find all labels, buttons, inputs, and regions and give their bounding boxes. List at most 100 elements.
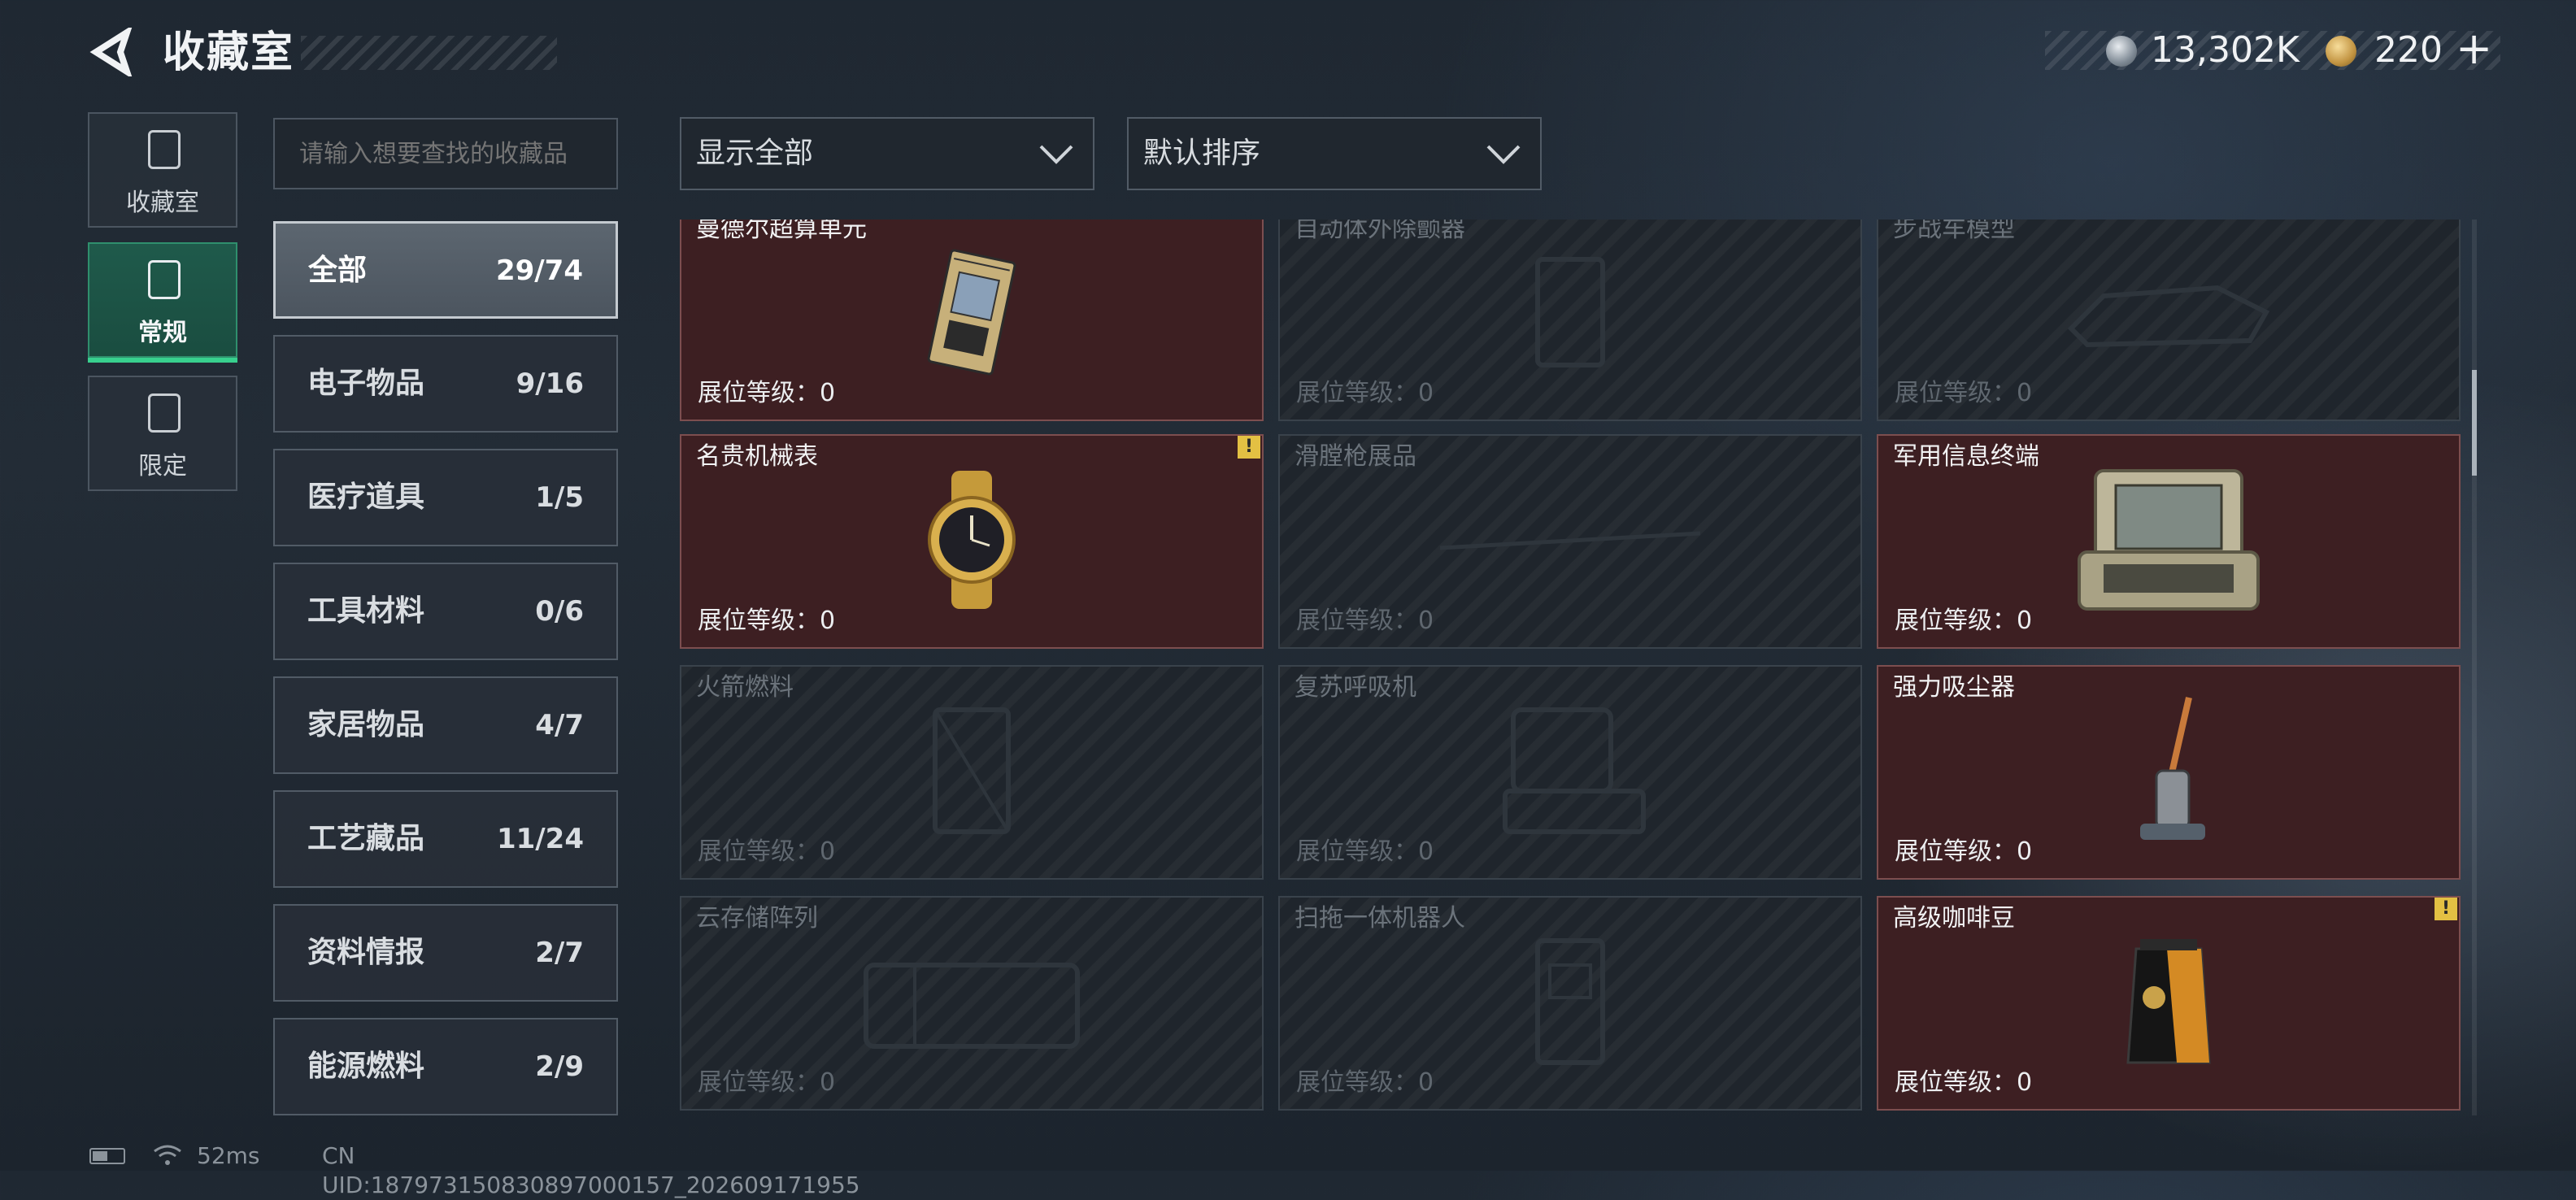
chevron-down-icon <box>1039 145 1073 164</box>
collection-grid: 曼德尔超算单元 展位等级：0 自动体外除颤器 展位等级：0 步战车模型 展位等级… <box>680 220 2461 1115</box>
collection-card[interactable]: 步战车模型 展位等级：0 <box>1877 220 2461 421</box>
collection-room-icon <box>148 130 181 169</box>
side-nav-label: 限定 <box>138 452 187 480</box>
new-alert-badge: ! <box>1238 436 1260 459</box>
collection-card[interactable]: ! 高级咖啡豆 展位等级：0 <box>1877 896 2461 1111</box>
category-name: 资料情报 <box>307 936 425 969</box>
side-nav-collection-room[interactable]: 收藏室 <box>88 112 237 228</box>
item-name: 强力吸尘器 <box>1893 673 2015 702</box>
item-name: 军用信息终端 <box>1893 442 2039 471</box>
item-level: 展位等级：0 <box>1895 379 2033 407</box>
limited-card-icon <box>148 393 181 433</box>
back-arrow-icon <box>89 24 133 80</box>
side-nav-label: 收藏室 <box>126 189 199 217</box>
category-all[interactable]: 全部 29/74 <box>273 221 618 319</box>
item-level: 展位等级：0 <box>698 837 836 866</box>
item-level: 展位等级：0 <box>1296 1068 1434 1097</box>
category-crafts[interactable]: 工艺藏品 11/24 <box>273 790 618 888</box>
search-input[interactable] <box>299 139 592 168</box>
item-level: 展位等级：0 <box>1296 607 1434 635</box>
user-uid: CN UID:187973150830897000157_20260917195… <box>322 1142 860 1198</box>
rocket-fuel-icon <box>923 702 1020 843</box>
coffee-bag-icon <box>2120 933 2217 1074</box>
gold-coin-icon <box>2326 36 2356 67</box>
wifi-icon <box>154 1145 181 1165</box>
category-name: 工艺藏品 <box>307 822 425 855</box>
gold-currency-value: 220 <box>2374 29 2443 71</box>
sort-dropdown[interactable]: 默认排序 <box>1127 117 1542 190</box>
battery-icon <box>89 1148 125 1164</box>
item-name: 步战车模型 <box>1893 220 2015 243</box>
grid-scrollbar-thumb[interactable] <box>2472 370 2477 476</box>
ping-value: 52ms <box>197 1142 260 1169</box>
collection-card[interactable]: 云存储阵列 展位等级：0 <box>680 896 1264 1111</box>
ifv-model-icon <box>2055 263 2282 364</box>
category-household[interactable]: 家居物品 4/7 <box>273 676 618 774</box>
collection-card[interactable]: 曼德尔超算单元 展位等级：0 <box>680 220 1264 421</box>
item-name: 自动体外除颤器 <box>1295 220 1465 243</box>
collection-card[interactable]: 复苏呼吸机 展位等级：0 <box>1278 665 1862 880</box>
display-filter-dropdown[interactable]: 显示全部 <box>680 117 1094 190</box>
item-name: 扫拖一体机器人 <box>1295 904 1465 933</box>
currency-bar: 13,302K 220 + <box>2045 27 2500 71</box>
collection-card[interactable]: 自动体外除颤器 展位等级：0 <box>1278 220 1862 421</box>
search-box[interactable] <box>273 118 618 189</box>
collection-card[interactable]: 火箭燃料 展位等级：0 <box>680 665 1264 880</box>
category-name: 电子物品 <box>307 367 425 400</box>
regular-card-icon <box>148 260 181 299</box>
category-count: 4/7 <box>535 709 584 741</box>
category-fuel[interactable]: 能源燃料 2/9 <box>273 1018 618 1115</box>
category-name: 家居物品 <box>307 708 425 741</box>
active-indicator <box>88 358 237 363</box>
item-level: 展位等级：0 <box>698 379 836 407</box>
category-tools[interactable]: 工具材料 0/6 <box>273 563 618 660</box>
item-level: 展位等级：0 <box>698 607 836 635</box>
item-name: 火箭燃料 <box>696 673 794 702</box>
musket-icon <box>1432 515 1708 567</box>
add-currency-button[interactable]: + <box>2456 27 2492 71</box>
category-count: 0/6 <box>535 595 584 628</box>
vacuum-cleaner-icon <box>2112 689 2226 855</box>
category-count: 1/5 <box>535 481 584 514</box>
category-medical[interactable]: 医疗道具 1/5 <box>273 449 618 546</box>
item-level: 展位等级：0 <box>1296 837 1434 866</box>
category-name: 全部 <box>308 254 368 287</box>
mop-robot-icon <box>1513 933 1627 1074</box>
collection-card[interactable]: ! 名贵机械表 展位等级：0 <box>680 434 1264 649</box>
category-name: 工具材料 <box>307 594 425 628</box>
storage-array-icon <box>850 949 1094 1058</box>
item-level: 展位等级：0 <box>1895 607 2033 635</box>
item-name: 滑膛枪展品 <box>1295 442 1416 471</box>
side-nav-regular[interactable]: 常规 <box>88 242 237 363</box>
supercomputer-unit-icon <box>911 243 1033 385</box>
side-nav-label: 常规 <box>138 319 187 347</box>
item-level: 展位等级：0 <box>1895 837 2033 866</box>
back-button[interactable] <box>88 24 137 80</box>
category-count: 11/24 <box>496 823 584 855</box>
category-count: 29/74 <box>495 254 583 287</box>
item-name: 高级咖啡豆 <box>1893 904 2015 933</box>
collection-card[interactable]: 滑膛枪展品 展位等级：0 <box>1278 434 1862 649</box>
watch-icon <box>907 471 1037 612</box>
category-name: 能源燃料 <box>307 1050 425 1083</box>
collection-card[interactable]: 强力吸尘器 展位等级：0 <box>1877 665 2461 880</box>
category-count: 9/16 <box>516 367 584 400</box>
category-electronics[interactable]: 电子物品 9/16 <box>273 335 618 433</box>
collection-card[interactable]: 扫拖一体机器人 展位等级：0 <box>1278 896 1862 1111</box>
silver-currency-value: 13,302K <box>2151 29 2300 71</box>
chevron-down-icon <box>1486 145 1521 164</box>
category-count: 2/9 <box>535 1050 584 1083</box>
category-intel[interactable]: 资料情报 2/7 <box>273 904 618 1002</box>
category-name: 医疗道具 <box>307 480 425 514</box>
item-name: 名贵机械表 <box>696 442 818 471</box>
side-nav-limited[interactable]: 限定 <box>88 376 237 491</box>
category-count: 2/7 <box>535 937 584 969</box>
new-alert-badge: ! <box>2435 898 2457 920</box>
grid-scrollbar-track[interactable] <box>2472 220 2477 1115</box>
silver-coin-icon <box>2106 36 2137 67</box>
item-name: 曼德尔超算单元 <box>696 220 867 243</box>
item-level: 展位等级：0 <box>698 1068 836 1097</box>
item-name: 云存储阵列 <box>696 904 818 933</box>
item-level: 展位等级：0 <box>1296 379 1434 407</box>
collection-card[interactable]: 军用信息终端 展位等级：0 <box>1877 434 2461 649</box>
